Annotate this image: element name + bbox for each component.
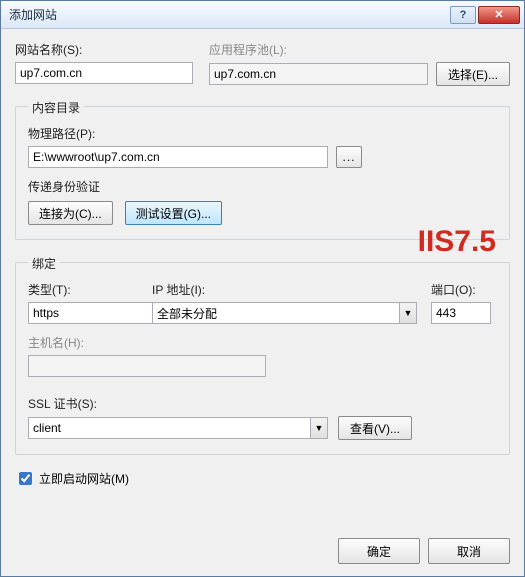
ssl-cert-select[interactable]: ▼ bbox=[28, 417, 328, 439]
ip-select[interactable]: ▼ bbox=[152, 302, 417, 324]
type-select[interactable]: ▼ bbox=[28, 302, 138, 324]
chevron-down-icon: ▼ bbox=[310, 417, 328, 439]
ok-button[interactable]: 确定 bbox=[338, 538, 420, 564]
window-title: 添加网站 bbox=[9, 6, 448, 23]
view-cert-button[interactable]: 查看(V)... bbox=[338, 416, 412, 440]
app-pool-label: 应用程序池(L): bbox=[209, 41, 510, 58]
host-input bbox=[28, 355, 266, 377]
chevron-down-icon: ▼ bbox=[399, 302, 417, 324]
binding-legend: 绑定 bbox=[28, 255, 60, 272]
app-pool-input bbox=[209, 63, 428, 85]
select-app-pool-button[interactable]: 选择(E)... bbox=[436, 62, 510, 86]
cancel-button[interactable]: 取消 bbox=[428, 538, 510, 564]
site-name-label: 网站名称(S): bbox=[15, 41, 193, 58]
titlebar: 添加网站 ? ✕ bbox=[1, 1, 524, 29]
ip-label: IP 地址(I): bbox=[152, 281, 417, 298]
port-label: 端口(O): bbox=[431, 281, 497, 298]
autostart-input[interactable] bbox=[19, 472, 32, 485]
physical-path-label: 物理路径(P): bbox=[28, 125, 497, 142]
ssl-label: SSL 证书(S): bbox=[28, 395, 497, 412]
port-input[interactable] bbox=[431, 302, 491, 324]
connect-as-button[interactable]: 连接为(C)... bbox=[28, 201, 113, 225]
type-label: 类型(T): bbox=[28, 281, 138, 298]
help-button[interactable]: ? bbox=[450, 6, 476, 24]
add-website-dialog: 添加网站 ? ✕ 网站名称(S): 应用程序池(L): 选择(E)... 内容目… bbox=[0, 0, 525, 577]
test-settings-button[interactable]: 测试设置(G)... bbox=[125, 201, 222, 225]
site-name-input[interactable] bbox=[15, 62, 193, 84]
autostart-label: 立即启动网站(M) bbox=[39, 470, 129, 487]
host-label: 主机名(H): bbox=[28, 334, 497, 351]
browse-path-button[interactable]: ... bbox=[336, 146, 362, 168]
close-button[interactable]: ✕ bbox=[478, 6, 520, 24]
watermark-text: IIS7.5 bbox=[418, 225, 496, 259]
autostart-checkbox[interactable]: 立即启动网站(M) bbox=[15, 469, 510, 488]
content-dir-legend: 内容目录 bbox=[28, 99, 84, 116]
ellipsis-icon: ... bbox=[342, 150, 355, 164]
passthrough-auth-label: 传递身份验证 bbox=[28, 178, 497, 195]
physical-path-input[interactable] bbox=[28, 146, 328, 168]
